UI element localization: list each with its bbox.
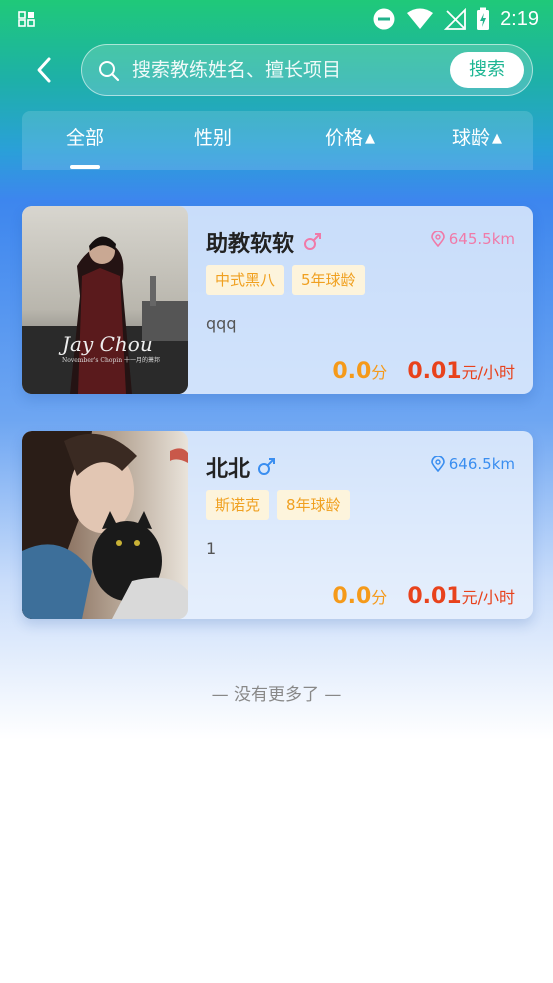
coach-description: 1 <box>206 539 217 558</box>
coach-name: 北北 <box>206 457 251 482</box>
price-unit: 元/小时 <box>461 588 515 607</box>
no-more-text: — 没有更多了 — <box>211 685 342 705</box>
do-not-disturb-icon <box>373 8 395 30</box>
chevron-left-icon <box>37 57 51 83</box>
back-button[interactable] <box>26 52 62 88</box>
tab-experience-label: 球龄 <box>451 127 490 149</box>
search-button[interactable]: 搜索 <box>450 52 524 88</box>
tag-list: 斯诺克 8年球龄 <box>206 490 350 520</box>
album-cover-subtitle: November's Chopin 十一月的萧邦 <box>62 356 160 364</box>
price-value: 0.01 <box>407 359 462 384</box>
experience-tag: 5年球龄 <box>292 265 365 295</box>
rating-value: 0.0 <box>332 359 372 384</box>
distance-label: 645.5km <box>430 230 515 248</box>
experience-tag: 8年球龄 <box>277 490 350 520</box>
tag-list: 中式黑八 5年球龄 <box>206 265 365 295</box>
skill-tag: 斯诺克 <box>206 490 270 520</box>
tab-gender-label: 性别 <box>193 127 232 149</box>
rating-value: 0.0 <box>332 584 372 609</box>
search-bar: 搜索 <box>81 44 533 96</box>
coach-price-row: 0.0分 0.01元/小时 <box>332 360 515 385</box>
tab-price[interactable]: 价格 ▲ <box>300 111 400 170</box>
coach-description: qqq <box>206 314 237 333</box>
status-time: 2:19 <box>500 7 539 30</box>
filter-tabs: 全部 性别 价格 ▲ 球龄 ▲ <box>22 111 533 170</box>
price-unit: 元/小时 <box>461 363 515 382</box>
distance-value: 646.5km <box>448 455 515 473</box>
tab-gender[interactable]: 性别 <box>174 111 252 170</box>
status-bar: 2:19 <box>0 0 553 38</box>
coach-card[interactable]: 北北 646.5km 斯诺克 8年球龄 1 0.0分 0.01元/小时 <box>22 431 533 619</box>
no-signal-icon <box>444 8 466 30</box>
price-value: 0.01 <box>407 584 462 609</box>
tab-active-indicator <box>70 165 100 169</box>
sort-up-icon: ▲ <box>365 131 375 146</box>
location-pin-icon <box>430 231 445 247</box>
coach-price-row: 0.0分 0.01元/小时 <box>332 585 515 610</box>
tab-all-label: 全部 <box>65 127 104 149</box>
battery-charging-icon <box>477 7 490 30</box>
wifi-icon <box>407 8 434 29</box>
portrait-with-cat-image <box>22 431 188 619</box>
tab-all[interactable]: 全部 <box>46 111 124 170</box>
album-cover-title: Jay Chou <box>58 332 153 356</box>
rating-unit: 分 <box>371 363 388 382</box>
male-gender-icon <box>258 458 275 475</box>
search-input[interactable] <box>132 55 432 85</box>
coach-photo: Jay Chou November's Chopin 十一月的萧邦 <box>22 206 188 394</box>
sort-up-icon: ▲ <box>492 131 502 146</box>
coach-name: 助教软软 <box>206 232 295 257</box>
distance-label: 646.5km <box>430 455 515 473</box>
tab-experience[interactable]: 球龄 ▲ <box>427 111 527 170</box>
app-grid-icon <box>18 11 35 27</box>
location-pin-icon <box>430 456 445 472</box>
tab-price-label: 价格 <box>324 127 363 149</box>
album-cover-image: Jay Chou November's Chopin 十一月的萧邦 <box>22 206 188 394</box>
skill-tag: 中式黑八 <box>206 265 285 295</box>
coach-photo <box>22 431 188 619</box>
coach-card[interactable]: Jay Chou November's Chopin 十一月的萧邦 助教软软 6… <box>22 206 533 394</box>
rating-unit: 分 <box>371 588 388 607</box>
search-icon <box>99 61 120 82</box>
distance-value: 645.5km <box>448 230 515 248</box>
female-gender-icon <box>304 233 321 250</box>
